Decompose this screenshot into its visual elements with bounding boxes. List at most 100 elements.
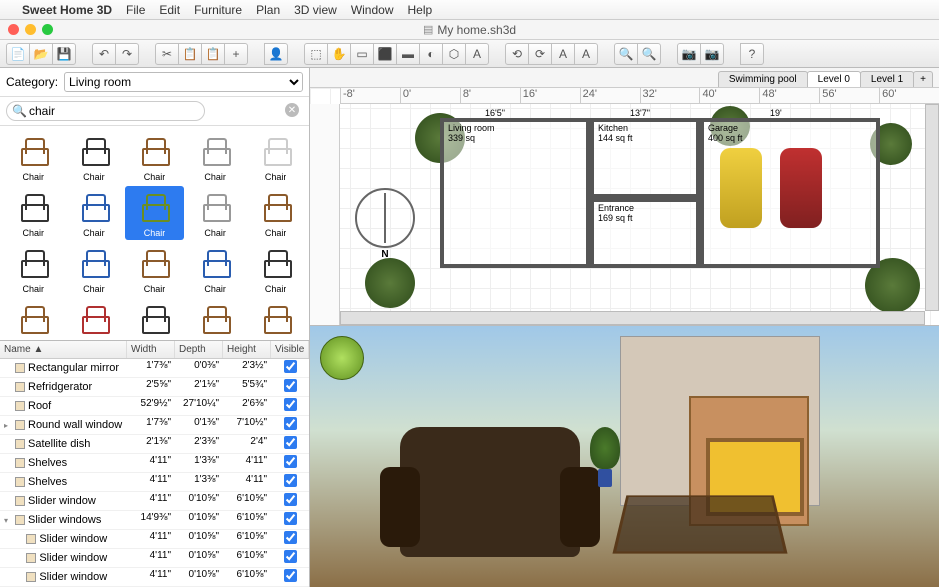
furniture-row[interactable]: Refridgerator2'5⅝"2'1⅛"5'5¾"	[0, 378, 309, 397]
catalog-item[interactable]: Chair	[65, 130, 124, 184]
close-button[interactable]	[8, 24, 19, 35]
visible-checkbox[interactable]	[284, 474, 297, 487]
dimension-tool[interactable]: ◐	[419, 43, 443, 65]
col-width[interactable]: Width	[127, 341, 175, 358]
col-name[interactable]: Name ▲	[0, 341, 127, 358]
redo-button[interactable]: ↷	[115, 43, 139, 65]
visible-checkbox[interactable]	[284, 493, 297, 506]
rotate-cw-button[interactable]: ⟳	[528, 43, 552, 65]
plan-canvas[interactable]: -8'0'8'16'24'32'40'48'56'60' Living room…	[310, 88, 939, 325]
menu-3dview[interactable]: 3D view	[294, 3, 337, 17]
menu-edit[interactable]: Edit	[159, 3, 180, 17]
catalog-item[interactable]: Chair	[186, 242, 245, 296]
save-button[interactable]: 💾	[52, 43, 76, 65]
clear-search-icon[interactable]: ✕	[285, 103, 299, 117]
3d-view-pane[interactable]	[310, 326, 939, 587]
app-name[interactable]: Sweet Home 3D	[22, 3, 112, 17]
plan-hscrollbar[interactable]	[340, 311, 925, 325]
minimize-button[interactable]	[25, 24, 36, 35]
catalog-item[interactable]: Chair	[4, 130, 63, 184]
car-icon[interactable]	[720, 148, 762, 228]
furniture-row[interactable]: Rectangular mirror1'7⅜"0'0⅜"2'3½"	[0, 359, 309, 378]
zoom-button[interactable]	[42, 24, 53, 35]
visible-checkbox[interactable]	[284, 379, 297, 392]
room-tool[interactable]: ⬛	[373, 43, 397, 65]
label-tool[interactable]: ⬡	[442, 43, 466, 65]
room[interactable]: Living room339 sq	[440, 118, 590, 268]
level-tab[interactable]: Swimming pool	[718, 71, 808, 87]
floor-plan[interactable]: Living room339 sqKitchen144 sq ftEntranc…	[440, 118, 900, 298]
tree-icon[interactable]	[365, 258, 415, 308]
furniture-row[interactable]: ▾Slider windows14'9⅜"0'10⅝"6'10⅝"	[0, 511, 309, 530]
col-height[interactable]: Height	[223, 341, 271, 358]
add-furniture-button[interactable]: 👤	[264, 43, 288, 65]
furniture-row[interactable]: Shelves4'11"1'3⅜"4'11"	[0, 473, 309, 492]
catalog-item[interactable]: Chair	[65, 242, 124, 296]
catalog-item[interactable]: Chair	[4, 186, 63, 240]
catalog-item[interactable]: Modern arm…	[186, 298, 245, 341]
visible-checkbox[interactable]	[284, 417, 297, 430]
cut-button[interactable]: ✂	[155, 43, 179, 65]
furniture-list-header[interactable]: Name ▲ Width Depth Height Visible	[0, 341, 309, 359]
catalog-item[interactable]: Lattice chair	[125, 298, 184, 341]
add-level-button[interactable]: +	[913, 71, 933, 87]
visible-checkbox[interactable]	[284, 436, 297, 449]
catalog-item[interactable]: Oak chair	[246, 298, 305, 341]
delete-button[interactable]: +	[224, 43, 248, 65]
catalog-item[interactable]: Chair	[125, 186, 184, 240]
catalog-item[interactable]: Chair with c…	[4, 298, 63, 341]
furniture-row[interactable]: Roof52'9½"27'10¼"2'6⅜"	[0, 397, 309, 416]
furniture-row[interactable]: Slider window4'11"0'10⅝"6'10⅝"	[0, 549, 309, 568]
col-depth[interactable]: Depth	[175, 341, 223, 358]
rotate-ccw-button[interactable]: ⟲	[505, 43, 529, 65]
menu-file[interactable]: File	[126, 3, 145, 17]
furniture-catalog[interactable]: ChairChairChairChairChairChairChairChair…	[0, 126, 309, 341]
text-smaller-button[interactable]: A	[574, 43, 598, 65]
catalog-item[interactable]: Chair	[125, 242, 184, 296]
furniture-row[interactable]: Slider window4'11"0'10⅝"6'10⅝"	[0, 568, 309, 587]
catalog-item[interactable]: Chair	[246, 242, 305, 296]
catalog-item[interactable]: Child chair	[65, 298, 124, 341]
visible-checkbox[interactable]	[284, 531, 297, 544]
level-tab[interactable]: Level 0	[807, 71, 861, 87]
room[interactable]: Entrance169 sq ft	[590, 198, 700, 268]
category-select[interactable]: Living room	[64, 72, 303, 92]
menu-plan[interactable]: Plan	[256, 3, 280, 17]
catalog-item[interactable]: Chair	[4, 242, 63, 296]
room[interactable]: Kitchen144 sq ft	[590, 118, 700, 198]
catalog-item[interactable]: Chair	[186, 186, 245, 240]
text-tool[interactable]: A	[465, 43, 489, 65]
visible-checkbox[interactable]	[284, 455, 297, 468]
furniture-row[interactable]: Satellite dish2'1⅜"2'3⅜"2'4"	[0, 435, 309, 454]
compass-icon[interactable]	[355, 188, 415, 248]
new-button[interactable]: 📄	[6, 43, 30, 65]
catalog-item[interactable]: Chair	[246, 186, 305, 240]
menu-help[interactable]: Help	[408, 3, 433, 17]
select-tool[interactable]: ⬚	[304, 43, 328, 65]
zoom-in-button[interactable]: 🔍	[614, 43, 638, 65]
catalog-item[interactable]: Chair	[125, 130, 184, 184]
plan-vscrollbar[interactable]	[925, 104, 939, 311]
furniture-list[interactable]: Name ▲ Width Depth Height Visible Rectan…	[0, 341, 309, 587]
visible-checkbox[interactable]	[284, 569, 297, 582]
visible-checkbox[interactable]	[284, 512, 297, 525]
furniture-row[interactable]: Shelves4'11"1'3⅜"4'11"	[0, 454, 309, 473]
copy-button[interactable]: 📋	[178, 43, 202, 65]
open-button[interactable]: 📂	[29, 43, 53, 65]
pan-tool[interactable]: ✋	[327, 43, 351, 65]
furniture-row[interactable]: Slider window4'11"0'10⅝"6'10⅝"	[0, 492, 309, 511]
help-button[interactable]: ?	[740, 43, 764, 65]
catalog-item[interactable]: Chair	[65, 186, 124, 240]
zoom-out-button[interactable]: 🔍	[637, 43, 661, 65]
menu-window[interactable]: Window	[351, 3, 394, 17]
paste-button[interactable]: 📋	[201, 43, 225, 65]
visible-checkbox[interactable]	[284, 398, 297, 411]
search-input[interactable]	[6, 101, 205, 121]
visible-checkbox[interactable]	[284, 360, 297, 373]
col-visible[interactable]: Visible	[271, 341, 309, 358]
photo-button[interactable]: 📷	[677, 43, 701, 65]
polyline-tool[interactable]: ▬	[396, 43, 420, 65]
catalog-item[interactable]: Chair	[246, 130, 305, 184]
visible-checkbox[interactable]	[284, 550, 297, 563]
catalog-item[interactable]: Chair	[186, 130, 245, 184]
